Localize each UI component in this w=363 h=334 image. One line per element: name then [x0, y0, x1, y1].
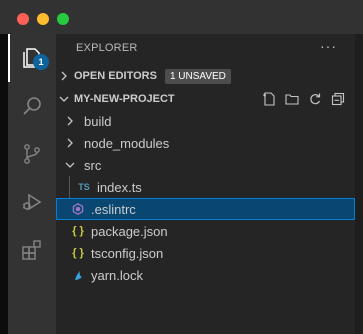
new-folder-icon[interactable]	[285, 92, 299, 106]
activity-source-control[interactable]	[8, 130, 56, 178]
chevron-down-icon	[56, 88, 72, 110]
tree-item-label: node_modules	[84, 135, 170, 151]
tree-item-src[interactable]: src	[56, 154, 355, 176]
minimize-window-button[interactable]	[37, 13, 49, 25]
typescript-file-icon: TS	[78, 182, 90, 192]
project-header[interactable]: MY-NEW-PROJECT	[56, 88, 355, 110]
tree-item-eslintrc[interactable]: .eslintrc	[56, 198, 355, 220]
chevron-right-icon	[62, 132, 78, 154]
explorer-title: EXPLORER	[76, 42, 138, 54]
chevron-down-icon	[62, 154, 78, 176]
extensions-icon	[22, 240, 41, 260]
chevron-right-icon	[62, 110, 78, 132]
tree-item-label: build	[84, 113, 112, 129]
open-editors-header[interactable]: OPEN EDITORS 1 UNSAVED	[56, 65, 355, 87]
explorer-sidebar: EXPLORER ··· OPEN EDITORS 1 UNSAVED MY-N…	[56, 34, 355, 334]
collapse-all-icon[interactable]	[331, 92, 345, 106]
activity-extensions[interactable]	[8, 226, 56, 274]
window-edge	[0, 34, 8, 334]
project-toolbar	[262, 92, 345, 106]
activity-search[interactable]	[8, 82, 56, 130]
tree-item-label: index.ts	[97, 179, 142, 195]
maximize-window-button[interactable]	[57, 13, 69, 25]
yarn-icon	[68, 269, 88, 281]
search-icon	[23, 97, 41, 115]
tree-item-label: yarn.lock	[91, 267, 144, 283]
tree-item-index-ts[interactable]: TS index.ts	[56, 176, 355, 198]
activity-run-debug[interactable]	[8, 178, 56, 226]
explorer-badge: 1	[33, 54, 49, 70]
tree-item-label: package.json	[91, 223, 168, 239]
eslint-icon	[68, 203, 88, 215]
tree-item-label: src	[84, 157, 102, 173]
open-editors-label: OPEN EDITORS	[74, 70, 157, 82]
tree-item-yarn-lock[interactable]: yarn.lock	[56, 264, 355, 286]
close-window-button[interactable]	[17, 13, 29, 25]
indent-guide	[69, 176, 70, 198]
editor-edge	[355, 34, 363, 334]
project-name: MY-NEW-PROJECT	[74, 93, 175, 105]
debug-icon	[22, 193, 42, 211]
activity-bar: 1	[8, 34, 56, 334]
json-file-icon: { }	[72, 225, 84, 237]
tree-item-build[interactable]: build	[56, 110, 355, 132]
tree-item-package-json[interactable]: { } package.json	[56, 220, 355, 242]
tree-item-label: .eslintrc	[91, 201, 136, 217]
more-actions-button[interactable]: ···	[320, 38, 337, 54]
refresh-icon[interactable]	[308, 92, 322, 106]
title-bar	[0, 0, 363, 34]
tree-item-tsconfig-json[interactable]: { } tsconfig.json	[56, 242, 355, 264]
json-file-icon: { }	[72, 247, 84, 259]
tree-item-node-modules[interactable]: node_modules	[56, 132, 355, 154]
chevron-right-icon	[56, 65, 72, 87]
tree-item-label: tsconfig.json	[91, 245, 164, 261]
new-file-icon[interactable]	[262, 92, 276, 106]
unsaved-badge: 1 UNSAVED	[164, 68, 231, 84]
activity-explorer[interactable]: 1	[8, 34, 56, 82]
source-control-icon	[24, 144, 40, 164]
